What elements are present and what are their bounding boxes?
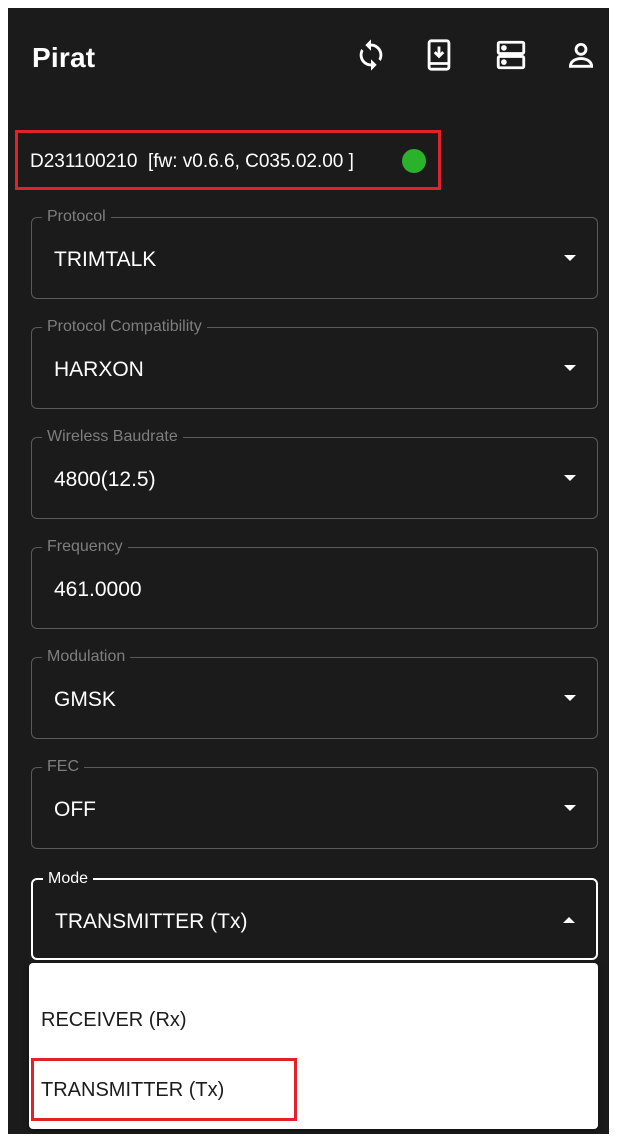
frequency-label: Frequency: [42, 537, 128, 557]
dropdown-arrow-up-icon: [562, 915, 576, 925]
frequency-input[interactable]: Frequency 461.0000: [31, 537, 598, 629]
protocol-select[interactable]: Protocol TRIMTALK: [31, 207, 598, 299]
protocol-label: Protocol: [42, 207, 111, 227]
mode-label: Mode: [43, 869, 94, 889]
account-icon[interactable]: [564, 38, 598, 72]
mode-option-transmitter[interactable]: TRANSMITTER (Tx): [29, 1060, 598, 1120]
device-info-box: D231100210 [fw: v0.6.6, C035.02.00 ]: [15, 130, 441, 190]
dropdown-arrow-icon: [563, 363, 577, 373]
device-info-text: D231100210 [fw: v0.6.6, C035.02.00 ]: [30, 151, 354, 172]
wireless-baudrate-value: 4800(12.5): [54, 468, 156, 491]
dropdown-arrow-icon: [563, 473, 577, 483]
dropdown-arrow-icon: [563, 253, 577, 263]
app-screen: Pirat D231100210 [fw: v0.6.6, C035.02.00…: [8, 8, 609, 1134]
protocol-value: TRIMTALK: [54, 248, 157, 271]
app-bar: Pirat: [8, 8, 609, 108]
refresh-icon[interactable]: [354, 38, 388, 72]
mode-dropdown-menu: RECEIVER (Rx) TRANSMITTER (Tx): [29, 963, 598, 1129]
mode-value: TRANSMITTER (Tx): [55, 910, 248, 933]
modulation-select[interactable]: Modulation GMSK: [31, 647, 598, 739]
dropdown-arrow-icon: [563, 803, 577, 813]
mode-option-receiver[interactable]: RECEIVER (Rx): [29, 990, 598, 1050]
fec-label: FEC: [42, 757, 84, 777]
protocol-compatibility-select[interactable]: Protocol Compatibility HARXON: [31, 317, 598, 409]
frequency-value[interactable]: 461.0000: [54, 578, 142, 602]
protocol-compatibility-value: HARXON: [54, 358, 144, 381]
app-title: Pirat: [32, 42, 96, 73]
wireless-baudrate-label: Wireless Baudrate: [42, 427, 183, 447]
download-device-icon[interactable]: [422, 38, 456, 72]
mode-select[interactable]: Mode TRANSMITTER (Tx): [31, 869, 598, 960]
dropdown-arrow-icon: [563, 693, 577, 703]
fec-value: OFF: [54, 798, 96, 821]
connection-status-indicator: [402, 149, 426, 173]
wireless-baudrate-select[interactable]: Wireless Baudrate 4800(12.5): [31, 427, 598, 519]
modulation-value: GMSK: [54, 688, 116, 711]
fec-select[interactable]: FEC OFF: [31, 757, 598, 849]
modulation-label: Modulation: [42, 647, 131, 667]
storage-icon[interactable]: [494, 38, 528, 72]
protocol-compatibility-label: Protocol Compatibility: [42, 317, 207, 337]
